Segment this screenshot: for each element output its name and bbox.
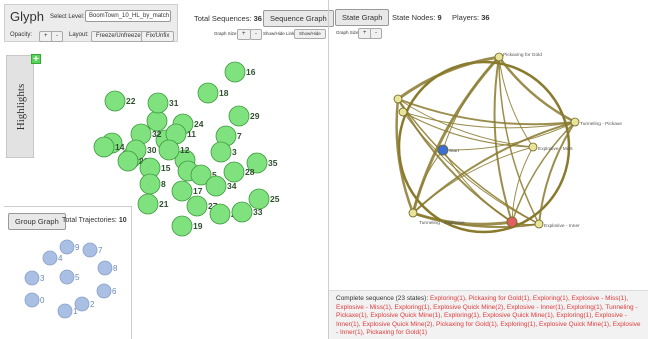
end-node[interactable] bbox=[506, 216, 518, 228]
group-node[interactable]: 1 bbox=[57, 303, 78, 319]
group-graph[interactable]: 9 7 4 8 3 5 6 0 2 1 bbox=[4, 207, 132, 339]
group-node[interactable]: 5 bbox=[59, 269, 80, 285]
group-node[interactable]: 2 bbox=[74, 296, 95, 312]
sequence-node-label: 30 bbox=[147, 145, 157, 155]
sequence-node-label: 8 bbox=[161, 179, 166, 189]
sequence-node[interactable]: 22 bbox=[104, 90, 136, 112]
state-edge bbox=[498, 56, 534, 148]
sequence-node[interactable]: 19 bbox=[171, 215, 203, 237]
sequence-node-label: 14 bbox=[115, 142, 125, 152]
sequence-node-label: 11 bbox=[187, 129, 196, 139]
sequence-node[interactable]: 18 bbox=[197, 82, 229, 104]
state-node[interactable] bbox=[534, 219, 544, 229]
state-edge bbox=[397, 98, 576, 126]
sequence-node-label: 34 bbox=[227, 181, 237, 191]
group-node[interactable]: 0 bbox=[24, 292, 45, 308]
state-graph[interactable]: Pickaxing for Gold Tunneling - Pickaxe Exp… bbox=[329, 0, 648, 290]
group-node[interactable]: 3 bbox=[24, 270, 45, 286]
sequence-node-label: 3 bbox=[232, 147, 237, 157]
group-node-label: 0 bbox=[40, 296, 45, 305]
state-label-tunneling-pickaxe: Tunneling - Pickaxe bbox=[580, 121, 622, 127]
start-node[interactable] bbox=[437, 144, 449, 156]
sequence-node[interactable]: 16 bbox=[224, 61, 256, 83]
sequence-node-label: 21 bbox=[159, 199, 169, 209]
group-node-label: 4 bbox=[58, 254, 63, 263]
state-edge bbox=[412, 149, 444, 214]
state-label-pickaxing: Pickaxing for Gold bbox=[503, 52, 542, 58]
sequence-node-label: 24 bbox=[194, 119, 204, 129]
state-edge bbox=[402, 111, 576, 129]
sequence-node-label: 7 bbox=[237, 131, 242, 141]
sequence-node-label: 35 bbox=[268, 158, 278, 168]
sequence-node[interactable] bbox=[146, 110, 168, 132]
group-node[interactable]: 4 bbox=[42, 250, 63, 266]
state-edge bbox=[397, 55, 500, 101]
sequence-node-label: 15 bbox=[161, 163, 171, 173]
group-panel: Group Graph Total Trajectories: 10 97483… bbox=[4, 206, 132, 339]
sequence-node-label: 12 bbox=[180, 145, 190, 155]
sequence-node[interactable]: 25 bbox=[248, 188, 280, 210]
sequence-node-label: 16 bbox=[246, 67, 256, 77]
sequence-node-label: 28 bbox=[245, 167, 255, 177]
group-node[interactable]: 8 bbox=[97, 260, 118, 276]
group-node-label: 2 bbox=[90, 300, 95, 309]
state-node[interactable] bbox=[398, 107, 408, 117]
group-node-label: 7 bbox=[98, 246, 103, 255]
group-node-label: 8 bbox=[113, 264, 118, 273]
group-node-label: 3 bbox=[40, 274, 45, 283]
sequence-node[interactable]: 21 bbox=[137, 193, 169, 215]
complete-sequence-label: Complete sequence (23 states): bbox=[336, 295, 429, 302]
sequence-node-label: 33 bbox=[253, 207, 263, 217]
group-node[interactable]: 6 bbox=[96, 283, 117, 299]
sequence-node[interactable]: 8 bbox=[139, 173, 166, 195]
group-node-label: 1 bbox=[73, 307, 78, 316]
state-label-tunneling-explosive: Tunneling - Explosive bbox=[419, 220, 465, 226]
state-label-start: Start bbox=[449, 148, 460, 154]
sequence-node-label: 31 bbox=[169, 98, 179, 108]
state-node[interactable] bbox=[528, 142, 538, 152]
sequence-node-label: 19 bbox=[193, 221, 203, 231]
group-node[interactable]: 7 bbox=[82, 242, 103, 258]
complete-sequence-panel: Complete sequence (23 states): Exploring… bbox=[329, 290, 648, 339]
group-node-label: 9 bbox=[75, 243, 80, 252]
sequence-node-label: 22 bbox=[126, 96, 136, 106]
sequence-node-label: 17 bbox=[193, 186, 203, 196]
sequence-node-label: 32 bbox=[152, 129, 162, 139]
sequence-node-label: 25 bbox=[270, 194, 280, 204]
sequence-node-label: 18 bbox=[219, 88, 229, 98]
sequence-node-label: 29 bbox=[250, 111, 260, 121]
state-label-explosive-inner: Explosive - Inner bbox=[544, 223, 580, 229]
sequence-node[interactable]: 31 bbox=[147, 92, 179, 114]
sequence-node[interactable]: 29 bbox=[228, 105, 260, 127]
group-node-label: 5 bbox=[75, 273, 80, 282]
sequence-node[interactable]: 15 bbox=[139, 157, 171, 179]
state-node[interactable] bbox=[393, 94, 403, 104]
state-node[interactable] bbox=[408, 208, 418, 218]
group-node[interactable]: 9 bbox=[59, 239, 80, 255]
state-label-explosive-miss: Explosive - Miss bbox=[538, 146, 573, 152]
group-node-label: 6 bbox=[112, 287, 117, 296]
state-node[interactable] bbox=[494, 52, 504, 62]
state-node[interactable] bbox=[570, 117, 580, 127]
sequence-node[interactable]: 3 bbox=[210, 141, 237, 163]
